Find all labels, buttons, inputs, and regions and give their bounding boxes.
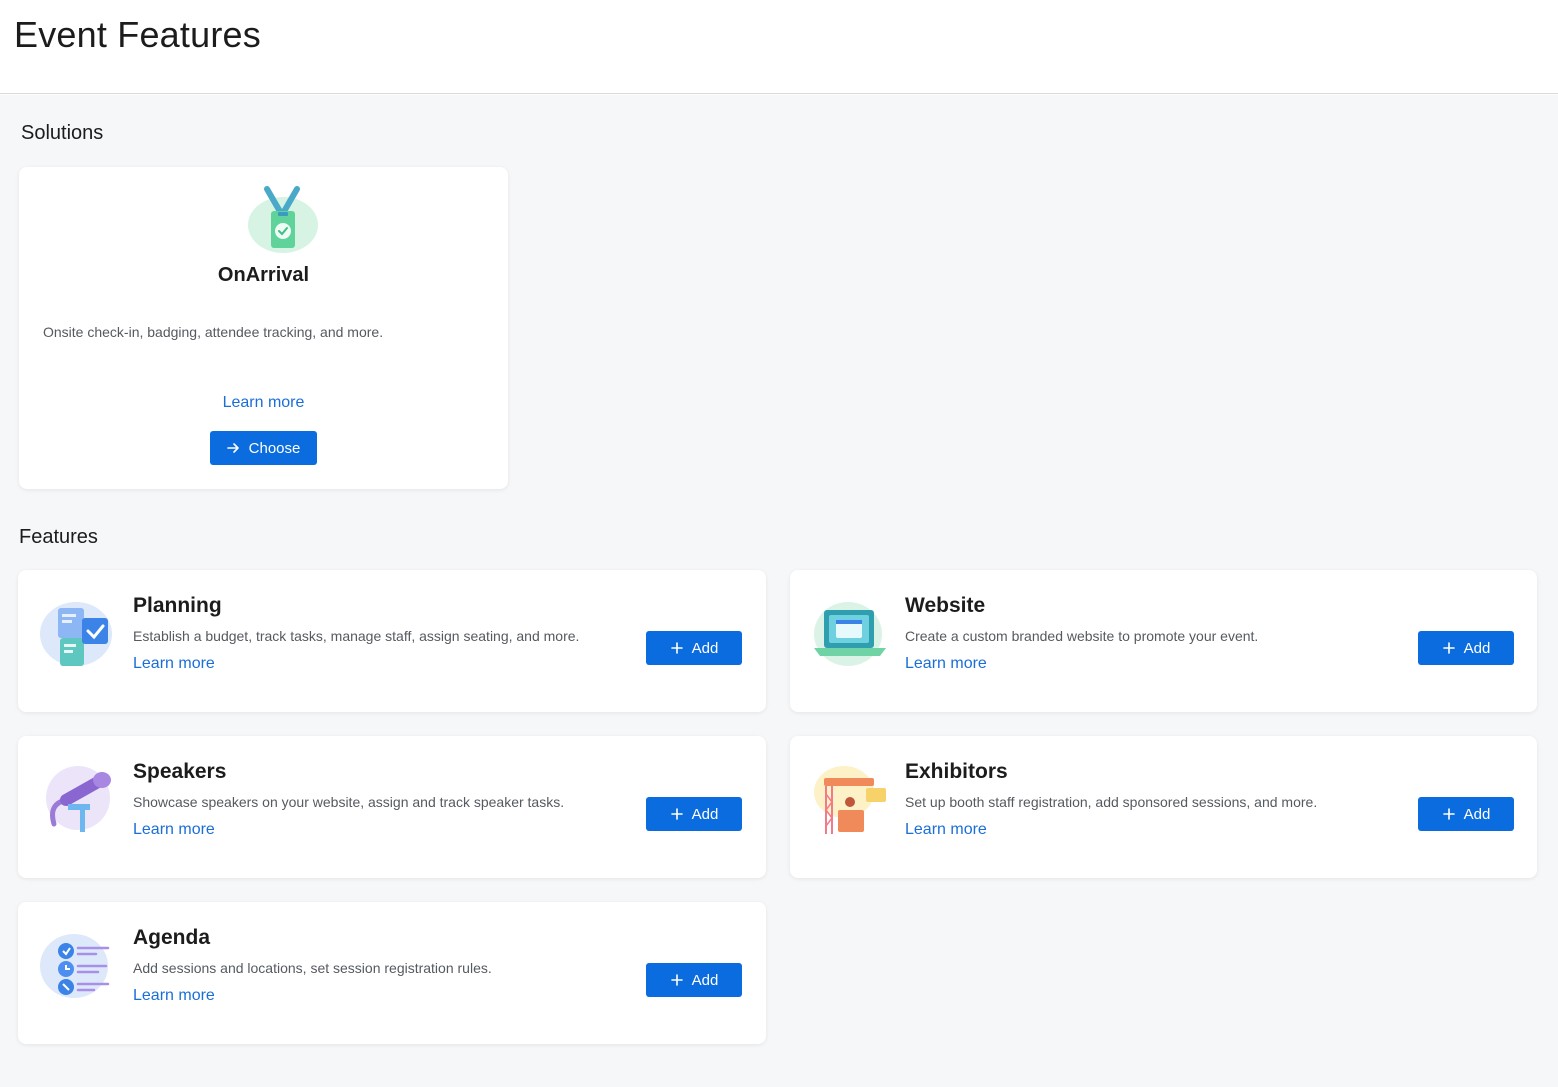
feature-description: Add sessions and locations, set session …	[133, 960, 492, 976]
feature-description: Create a custom branded website to promo…	[905, 628, 1259, 644]
laptop-icon	[810, 598, 890, 678]
feature-card-speakers: Speakers Showcase speakers on your websi…	[18, 736, 766, 878]
feature-description: Set up booth staff registration, add spo…	[905, 794, 1318, 810]
booth-icon	[810, 764, 890, 844]
feature-learn-more-link[interactable]: Learn more	[905, 821, 987, 839]
agenda-icon	[38, 930, 118, 1010]
solution-description: Onsite check-in, badging, attendee track…	[43, 324, 384, 340]
feature-name: Website	[905, 594, 986, 617]
feature-name: Planning	[133, 594, 222, 617]
add-agenda-button[interactable]: Add	[646, 963, 742, 997]
plus-icon	[670, 973, 684, 987]
feature-learn-more-link[interactable]: Learn more	[133, 821, 215, 839]
feature-learn-more-link[interactable]: Learn more	[133, 987, 215, 1005]
add-button-label: Add	[1463, 639, 1491, 657]
page-title: Event Features	[14, 14, 261, 55]
planning-icon	[38, 598, 118, 678]
choose-button[interactable]: Choose	[210, 431, 317, 465]
add-button-label: Add	[1463, 805, 1491, 823]
microphone-icon	[38, 764, 118, 844]
feature-card-exhibitors: Exhibitors Set up booth staff registrati…	[790, 736, 1537, 878]
add-button-label: Add	[691, 971, 719, 989]
feature-card-website: Website Create a custom branded website …	[790, 570, 1537, 712]
plus-icon	[670, 641, 684, 655]
solution-name: OnArrival	[217, 264, 310, 286]
plus-icon	[1442, 641, 1456, 655]
feature-learn-more-link[interactable]: Learn more	[905, 655, 987, 673]
add-planning-button[interactable]: Add	[646, 631, 742, 665]
page-header: Event Features	[0, 0, 1558, 94]
feature-name: Exhibitors	[905, 760, 1008, 783]
feature-description: Showcase speakers on your website, assig…	[133, 794, 565, 810]
main-content: Solutions OnArrival Onsite check-in, bad…	[0, 95, 1558, 1087]
add-button-label: Add	[691, 805, 719, 823]
solution-learn-more-link[interactable]: Learn more	[19, 394, 508, 412]
plus-icon	[670, 807, 684, 821]
solution-card-onarrival: OnArrival Onsite check-in, badging, atte…	[19, 167, 508, 489]
feature-learn-more-link[interactable]: Learn more	[133, 655, 215, 673]
choose-button-label: Choose	[248, 439, 301, 457]
solutions-section-title: Solutions	[21, 122, 104, 144]
add-button-label: Add	[691, 639, 719, 657]
feature-name: Speakers	[133, 760, 227, 783]
add-website-button[interactable]: Add	[1418, 631, 1514, 665]
plus-icon	[1442, 807, 1456, 821]
feature-description: Establish a budget, track tasks, manage …	[133, 628, 580, 644]
badge-icon	[245, 185, 321, 255]
feature-card-planning: Planning Establish a budget, track tasks…	[18, 570, 766, 712]
feature-name: Agenda	[133, 926, 211, 949]
add-speakers-button[interactable]: Add	[646, 797, 742, 831]
feature-card-agenda: Agenda Add sessions and locations, set s…	[18, 902, 766, 1044]
features-section-title: Features	[19, 526, 98, 548]
add-exhibitors-button[interactable]: Add	[1418, 797, 1514, 831]
arrow-right-icon	[227, 441, 241, 455]
